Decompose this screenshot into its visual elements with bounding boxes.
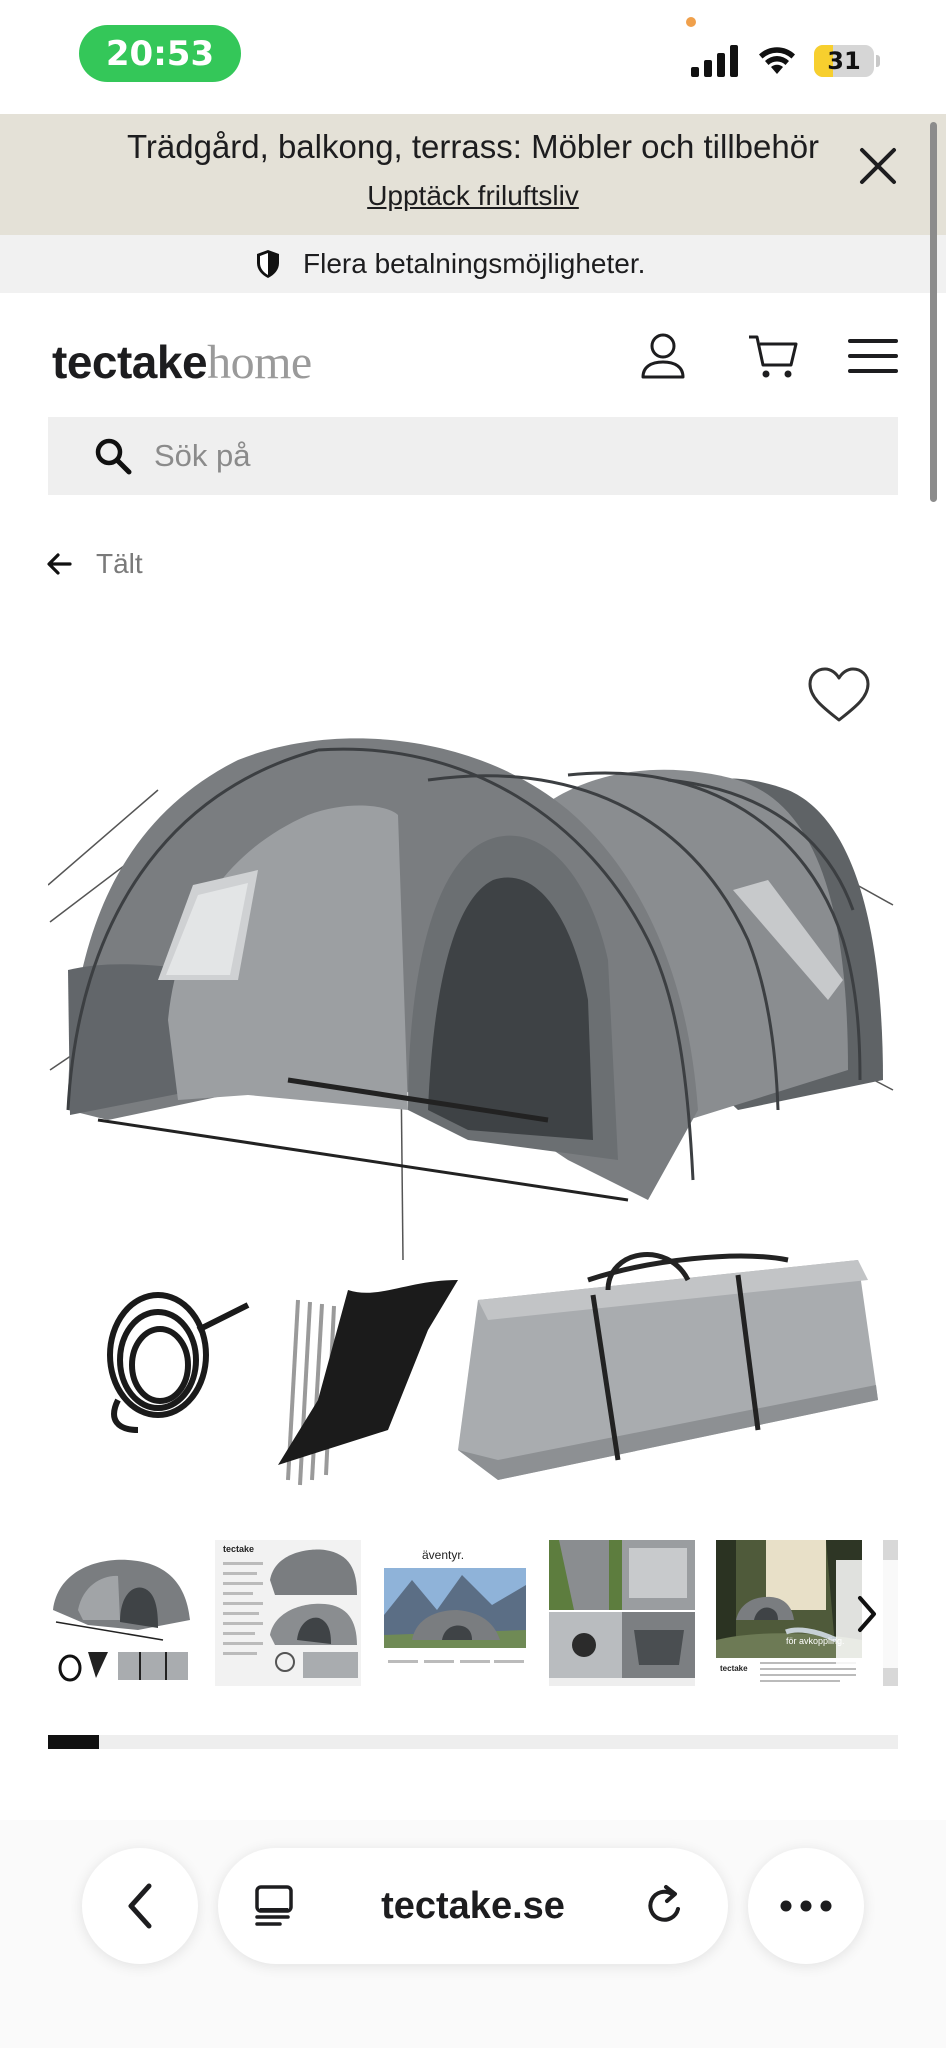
thumbnail-4[interactable]	[549, 1540, 695, 1686]
promo-link[interactable]: Upptäck friluftsliv	[0, 180, 946, 212]
status-bar: 20:53 31	[0, 0, 946, 114]
breadcrumb-label[interactable]: Tält	[96, 548, 143, 580]
signal-icon	[691, 45, 738, 77]
shield-icon	[257, 250, 279, 278]
back-icon	[128, 1883, 152, 1929]
breadcrumb[interactable]: Tält	[46, 544, 143, 584]
reload-icon[interactable]	[642, 1883, 688, 1929]
close-icon[interactable]	[852, 140, 904, 192]
menu-icon[interactable]	[846, 329, 900, 383]
arrow-left-icon[interactable]	[46, 552, 72, 576]
gallery-progress-fill	[48, 1735, 99, 1749]
thumbnail-strip: tectake äventyr. för avkoppling. tectake	[48, 1540, 898, 1686]
thumbnail-1[interactable]	[48, 1540, 194, 1686]
payment-text: Flera betalningsmöjligheter.	[303, 248, 646, 279]
browser-toolbar: tectake.se	[0, 1820, 946, 2048]
site-header: tectakehome	[0, 293, 946, 413]
thumbnail-next-button[interactable]	[836, 1560, 898, 1668]
status-time: 20:53	[79, 25, 241, 82]
gallery-progress	[48, 1735, 898, 1749]
brand-logo[interactable]: tectakehome	[52, 335, 312, 390]
thumbnail-5-brand: tectake	[720, 1664, 748, 1673]
chevron-right-icon[interactable]	[852, 1592, 882, 1636]
battery-icon: 31	[814, 45, 880, 77]
thumbnail-3[interactable]: äventyr.	[382, 1540, 528, 1686]
promo-title: Trädgård, balkong, terrass: Möbler och t…	[126, 128, 820, 165]
product-image[interactable]	[48, 640, 898, 1500]
logo-bold-text: tectake	[52, 336, 208, 388]
more-button[interactable]	[748, 1848, 864, 1964]
back-button[interactable]	[82, 1848, 198, 1964]
logo-light-text: home	[207, 336, 312, 389]
more-icon	[780, 1900, 832, 1912]
thumbnail-2[interactable]: tectake	[215, 1540, 361, 1686]
page: 20:53 31 Trädgård, balkong, terrass: Möb…	[0, 0, 946, 2048]
wifi-icon	[759, 47, 795, 74]
search-input[interactable]	[154, 417, 874, 495]
heart-icon[interactable]	[806, 666, 872, 726]
account-icon[interactable]	[636, 329, 690, 383]
search-icon[interactable]	[92, 435, 134, 477]
privacy-indicator	[686, 17, 696, 27]
scroll-indicator[interactable]	[930, 122, 937, 502]
payment-strip: Flera betalningsmöjligheter.	[0, 235, 946, 293]
address-bar[interactable]: tectake.se	[218, 1848, 728, 1964]
promo-banner: Trädgård, balkong, terrass: Möbler och t…	[0, 114, 946, 235]
cart-icon[interactable]	[746, 329, 800, 383]
battery-level: 31	[827, 47, 861, 75]
search-bar	[48, 417, 898, 495]
